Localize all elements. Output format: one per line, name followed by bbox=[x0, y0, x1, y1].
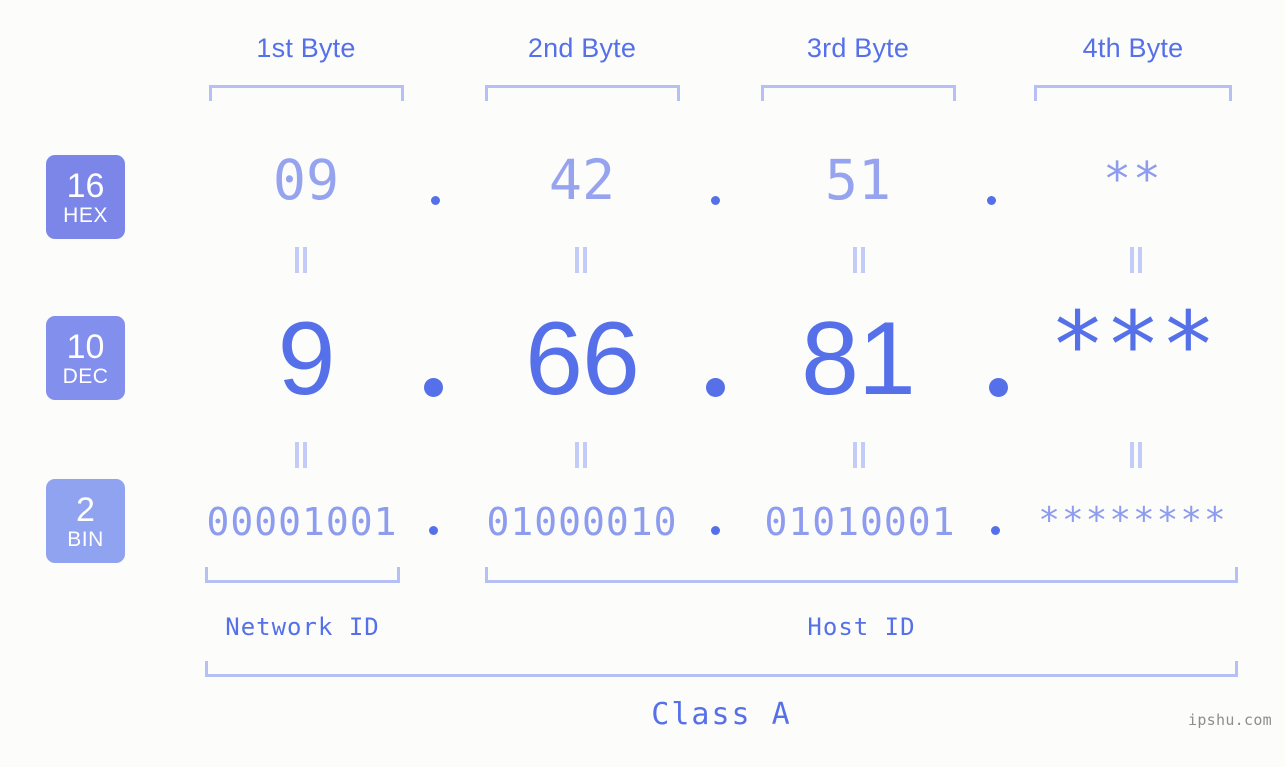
byte-header-label-4: 4th Byte bbox=[1082, 33, 1184, 63]
base-badge-hex-number: 16 bbox=[66, 166, 105, 205]
class-label: Class A bbox=[651, 697, 792, 732]
byte-bracket-4 bbox=[1034, 85, 1232, 101]
bin-byte-1-value: 00001001 bbox=[206, 500, 398, 544]
dec-byte-3-value: 81 bbox=[801, 301, 916, 417]
dec-byte-2-value: 66 bbox=[525, 301, 640, 417]
bin-separator-dot-2 bbox=[711, 526, 720, 535]
hex-separator-dot-1 bbox=[431, 196, 440, 205]
byte-bracket-1 bbox=[209, 85, 404, 101]
dec-separator-dot-1 bbox=[424, 378, 443, 397]
equals-mark-hex-dec-2 bbox=[573, 247, 589, 273]
ip-address-breakdown-diagram: 1st Byte 2nd Byte 3rd Byte 4th Byte 16 H… bbox=[0, 0, 1285, 767]
dec-byte-4-value: *** bbox=[1049, 292, 1217, 399]
hex-byte-2-value: 42 bbox=[548, 148, 616, 212]
bin-separator-dot-3 bbox=[991, 526, 1000, 535]
host-id-label: Host ID bbox=[807, 613, 916, 641]
base-badge-hex[interactable]: 16 HEX bbox=[46, 155, 125, 239]
dec-separator-dot-2 bbox=[706, 378, 725, 397]
base-badge-dec-number: 10 bbox=[66, 327, 105, 366]
network-id-label: Network ID bbox=[225, 613, 380, 641]
network-id-bracket bbox=[205, 567, 400, 583]
hex-byte-1-value: 09 bbox=[272, 148, 340, 212]
bin-byte-4-value: ******** bbox=[1038, 500, 1228, 541]
bin-separator-dot-1 bbox=[429, 526, 438, 535]
host-id-bracket bbox=[485, 567, 1238, 583]
equals-mark-dec-bin-1 bbox=[293, 442, 309, 468]
hex-separator-dot-2 bbox=[711, 196, 720, 205]
equals-mark-hex-dec-4 bbox=[1128, 247, 1144, 273]
class-bracket bbox=[205, 661, 1238, 677]
byte-header-label-1: 1st Byte bbox=[256, 33, 356, 63]
bin-byte-2-value: 01000010 bbox=[486, 500, 678, 544]
byte-header-label-3: 3rd Byte bbox=[806, 33, 910, 63]
byte-bracket-3 bbox=[761, 85, 956, 101]
hex-separator-dot-3 bbox=[987, 196, 996, 205]
equals-mark-dec-bin-4 bbox=[1128, 442, 1144, 468]
hex-byte-3-value: 51 bbox=[824, 148, 892, 212]
equals-mark-hex-dec-1 bbox=[293, 247, 309, 273]
equals-mark-dec-bin-3 bbox=[851, 442, 867, 468]
byte-header-label-2: 2nd Byte bbox=[527, 33, 637, 63]
hex-byte-4-value: ** bbox=[1103, 152, 1163, 206]
base-badge-dec[interactable]: 10 DEC bbox=[46, 316, 125, 400]
equals-mark-dec-bin-2 bbox=[573, 442, 589, 468]
base-badge-bin-number: 2 bbox=[76, 490, 95, 529]
base-badge-dec-name: DEC bbox=[62, 364, 109, 388]
equals-mark-hex-dec-3 bbox=[851, 247, 867, 273]
base-badge-bin[interactable]: 2 BIN bbox=[46, 479, 125, 563]
byte-bracket-2 bbox=[485, 85, 680, 101]
dec-byte-1-value: 9 bbox=[277, 301, 336, 417]
bin-byte-3-value: 01010001 bbox=[764, 500, 956, 544]
site-watermark: ipshu.com bbox=[1188, 711, 1272, 729]
base-badge-hex-name: HEX bbox=[63, 203, 108, 227]
dec-separator-dot-3 bbox=[989, 378, 1008, 397]
base-badge-bin-name: BIN bbox=[67, 527, 104, 551]
